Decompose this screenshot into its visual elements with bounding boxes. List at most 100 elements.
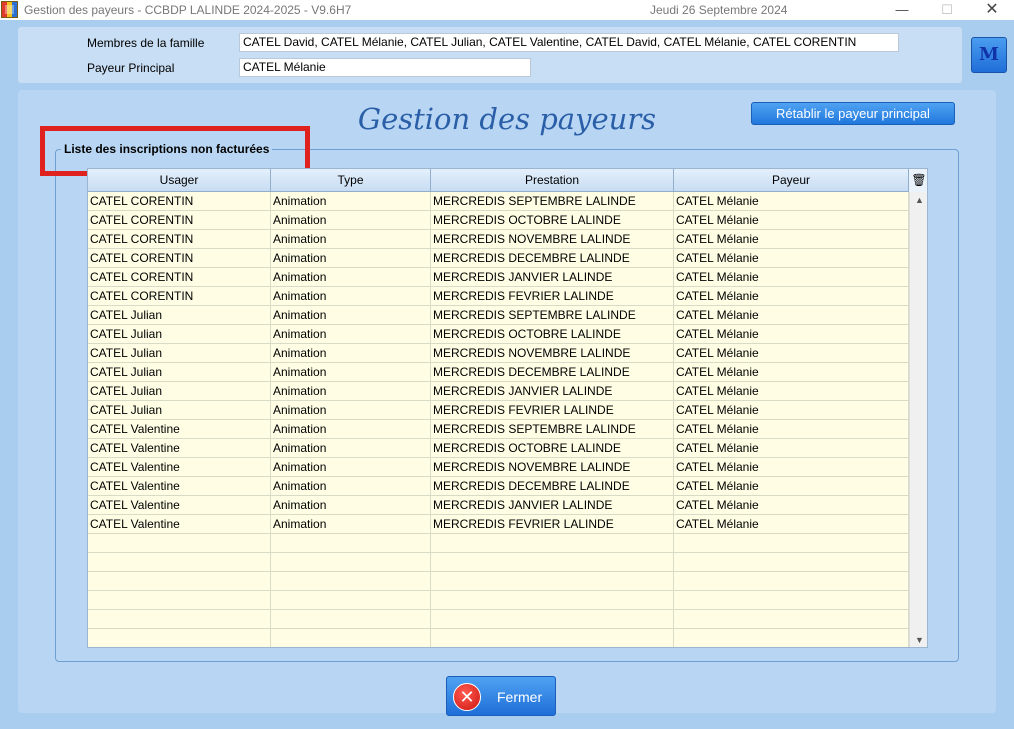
table-row[interactable] bbox=[88, 610, 909, 629]
cell-payeur: CATEL Mélanie bbox=[674, 325, 909, 344]
payer-field[interactable]: CATEL Mélanie bbox=[239, 58, 531, 77]
table-row[interactable] bbox=[88, 553, 909, 572]
cell-type: Animation bbox=[271, 287, 431, 306]
column-header-payeur[interactable]: Payeur bbox=[674, 169, 909, 192]
cell-usager: CATEL Julian bbox=[88, 344, 271, 363]
cell-type bbox=[271, 629, 431, 647]
cell-prestation: MERCREDIS SEPTEMBRE LALINDE bbox=[431, 306, 674, 325]
cell-type: Animation bbox=[271, 515, 431, 534]
cell-prestation: MERCREDIS OCTOBRE LALINDE bbox=[431, 325, 674, 344]
restore-payer-button[interactable]: Rétablir le payeur principal bbox=[751, 102, 955, 125]
cell-usager: CATEL Valentine bbox=[88, 439, 271, 458]
cell-usager bbox=[88, 572, 271, 591]
cell-type: Animation bbox=[271, 192, 431, 211]
table-row[interactable]: CATEL Julian Animation MERCREDIS JANVIER L… bbox=[88, 382, 909, 401]
table-row[interactable]: CATEL Julian Animation MERCREDIS DECEMBRE … bbox=[88, 363, 909, 382]
cell-usager: CATEL Julian bbox=[88, 401, 271, 420]
cell-usager: CATEL Valentine bbox=[88, 515, 271, 534]
cell-prestation bbox=[431, 629, 674, 647]
cell-type: Animation bbox=[271, 439, 431, 458]
cell-usager bbox=[88, 591, 271, 610]
cell-usager: CATEL Valentine bbox=[88, 458, 271, 477]
window-date: Jeudi 26 Septembre 2024 bbox=[650, 3, 788, 17]
cell-type bbox=[271, 553, 431, 572]
maximize-icon[interactable]: ☐ bbox=[925, 0, 969, 20]
scroll-down-icon[interactable]: ▼ bbox=[910, 632, 927, 647]
cell-usager bbox=[88, 629, 271, 647]
cell-payeur: CATEL Mélanie bbox=[674, 439, 909, 458]
cell-usager bbox=[88, 534, 271, 553]
cell-usager: CATEL Julian bbox=[88, 363, 271, 382]
table-row[interactable]: CATEL Valentine Animation MERCREDIS DECEMB… bbox=[88, 477, 909, 496]
column-header-usager[interactable]: Usager bbox=[88, 169, 271, 192]
members-field[interactable]: CATEL David, CATEL Mélanie, CATEL Julian… bbox=[239, 33, 899, 52]
cell-prestation: MERCREDIS DECEMBRE LALINDE bbox=[431, 363, 674, 382]
trash-icon[interactable]: 🗑 bbox=[909, 169, 927, 192]
table-header: Usager Type Prestation Payeur 🗑 bbox=[88, 169, 927, 192]
app-icon bbox=[1, 1, 18, 18]
cell-type: Animation bbox=[271, 230, 431, 249]
table-row[interactable]: CATEL Julian Animation MERCREDIS NOVEMBRE … bbox=[88, 344, 909, 363]
cell-prestation bbox=[431, 534, 674, 553]
close-window-icon[interactable]: ✕ bbox=[970, 0, 1014, 20]
cell-prestation: MERCREDIS OCTOBRE LALINDE bbox=[431, 439, 674, 458]
cell-prestation bbox=[431, 591, 674, 610]
payer-label: Payeur Principal bbox=[87, 61, 175, 75]
cell-type bbox=[271, 591, 431, 610]
registrations-table: Usager Type Prestation Payeur 🗑 CATEL CO… bbox=[87, 168, 928, 648]
cell-payeur bbox=[674, 591, 909, 610]
cell-payeur: CATEL Mélanie bbox=[674, 230, 909, 249]
table-row[interactable]: CATEL CORENTIN Animation MERCREDIS NOVEMBR… bbox=[88, 230, 909, 249]
cell-prestation: MERCREDIS NOVEMBRE LALINDE bbox=[431, 230, 674, 249]
cell-usager: CATEL CORENTIN bbox=[88, 211, 271, 230]
table-row[interactable]: CATEL Valentine Animation MERCREDIS JANVIE… bbox=[88, 496, 909, 515]
table-row[interactable]: CATEL Julian Animation MERCREDIS SEPTEMBRE… bbox=[88, 306, 909, 325]
table-row[interactable]: CATEL CORENTIN Animation MERCREDIS FEVRIER… bbox=[88, 287, 909, 306]
cell-usager: CATEL CORENTIN bbox=[88, 230, 271, 249]
table-row[interactable]: CATEL CORENTIN Animation MERCREDIS OCTOBRE… bbox=[88, 211, 909, 230]
cell-prestation: MERCREDIS JANVIER LALINDE bbox=[431, 382, 674, 401]
cell-payeur: CATEL Mélanie bbox=[674, 515, 909, 534]
column-header-prestation[interactable]: Prestation bbox=[431, 169, 674, 192]
cell-prestation: MERCREDIS NOVEMBRE LALINDE bbox=[431, 344, 674, 363]
cell-type: Animation bbox=[271, 268, 431, 287]
table-row[interactable]: CATEL CORENTIN Animation MERCREDIS DECEMBR… bbox=[88, 249, 909, 268]
table-row[interactable]: CATEL Julian Animation MERCREDIS FEVRIER L… bbox=[88, 401, 909, 420]
table-row[interactable] bbox=[88, 534, 909, 553]
cell-payeur bbox=[674, 572, 909, 591]
cell-payeur: CATEL Mélanie bbox=[674, 363, 909, 382]
close-button[interactable]: ✕ Fermer bbox=[446, 676, 556, 716]
cell-payeur: CATEL Mélanie bbox=[674, 420, 909, 439]
m-button[interactable]: M bbox=[971, 37, 1007, 73]
table-row[interactable]: CATEL Valentine Animation MERCREDIS SEPTEM… bbox=[88, 420, 909, 439]
cell-type: Animation bbox=[271, 420, 431, 439]
cell-type bbox=[271, 534, 431, 553]
table-row[interactable]: CATEL Valentine Animation MERCREDIS FEVRIE… bbox=[88, 515, 909, 534]
column-header-type[interactable]: Type bbox=[271, 169, 431, 192]
table-row[interactable]: CATEL Valentine Animation MERCREDIS OCTOBR… bbox=[88, 439, 909, 458]
cell-prestation: MERCREDIS FEVRIER LALINDE bbox=[431, 401, 674, 420]
table-row[interactable] bbox=[88, 591, 909, 610]
cell-usager: CATEL CORENTIN bbox=[88, 287, 271, 306]
table-row[interactable]: CATEL CORENTIN Animation MERCREDIS JANVIER… bbox=[88, 268, 909, 287]
cell-type: Animation bbox=[271, 306, 431, 325]
minimize-icon[interactable]: — bbox=[880, 0, 924, 20]
cell-payeur bbox=[674, 553, 909, 572]
table-row[interactable] bbox=[88, 572, 909, 591]
cell-type: Animation bbox=[271, 249, 431, 268]
cell-payeur: CATEL Mélanie bbox=[674, 344, 909, 363]
cell-type: Animation bbox=[271, 344, 431, 363]
cell-type: Animation bbox=[271, 325, 431, 344]
vertical-scrollbar[interactable]: ▲ ▼ bbox=[909, 192, 927, 647]
cell-prestation: MERCREDIS DECEMBRE LALINDE bbox=[431, 249, 674, 268]
table-row[interactable]: CATEL Julian Animation MERCREDIS OCTOBRE L… bbox=[88, 325, 909, 344]
cell-payeur: CATEL Mélanie bbox=[674, 249, 909, 268]
cell-usager: CATEL CORENTIN bbox=[88, 268, 271, 287]
table-row[interactable]: CATEL Valentine Animation MERCREDIS NOVEMB… bbox=[88, 458, 909, 477]
cell-usager: CATEL Julian bbox=[88, 306, 271, 325]
table-row[interactable] bbox=[88, 629, 909, 647]
table-row[interactable]: CATEL CORENTIN Animation MERCREDIS SEPTEMB… bbox=[88, 192, 909, 211]
cell-type: Animation bbox=[271, 496, 431, 515]
cell-prestation: MERCREDIS JANVIER LALINDE bbox=[431, 268, 674, 287]
scroll-up-icon[interactable]: ▲ bbox=[910, 192, 927, 208]
